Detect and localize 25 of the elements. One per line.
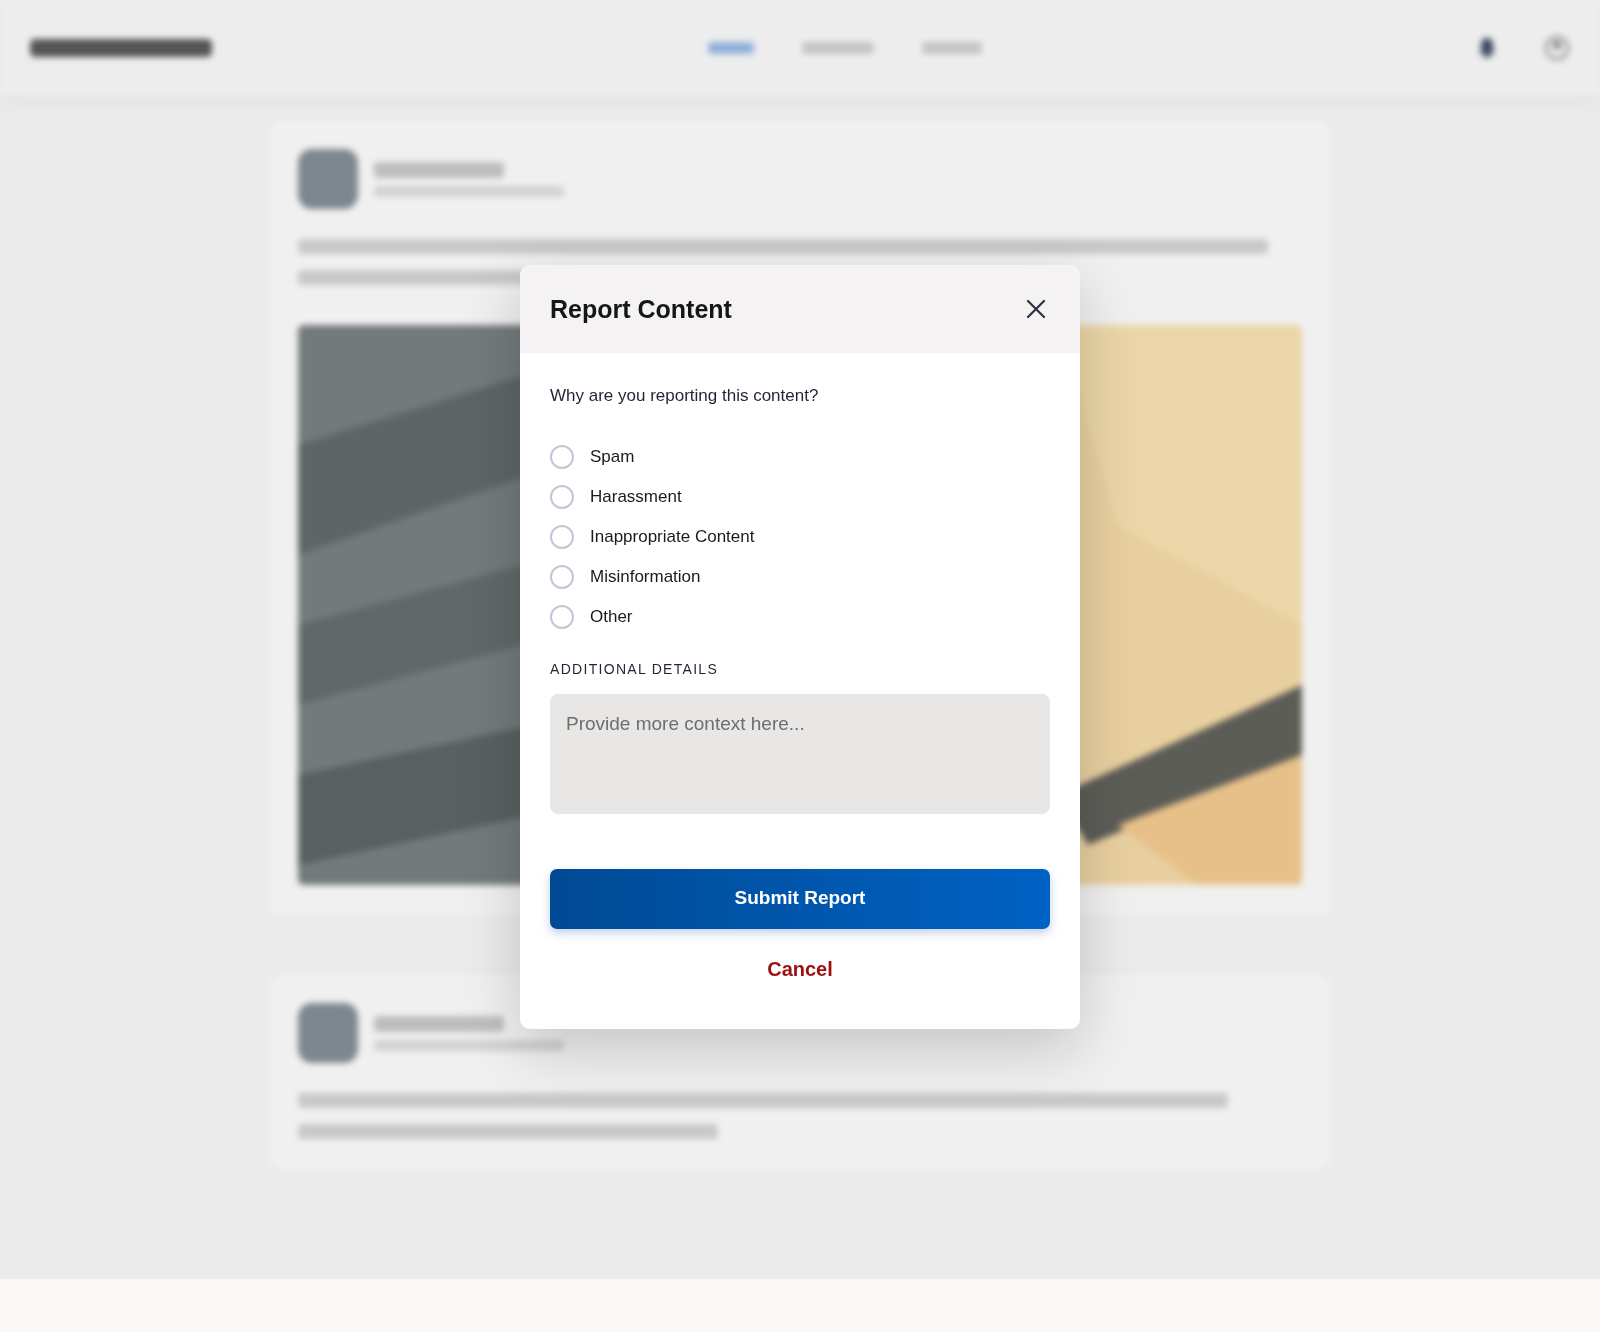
question-text: Why are you reporting this content? bbox=[550, 385, 820, 407]
bell-icon[interactable] bbox=[1478, 37, 1496, 59]
radio-button[interactable] bbox=[550, 604, 574, 629]
option-label[interactable]: Misinformation bbox=[590, 563, 701, 590]
nav-tab[interactable] bbox=[922, 42, 982, 54]
submit-button[interactable]: Submit Report bbox=[550, 868, 1050, 929]
close-icon bbox=[1026, 299, 1046, 319]
avatar-icon bbox=[298, 149, 358, 209]
blurred-brand[interactable] bbox=[30, 39, 212, 57]
dialog-title: Report Content bbox=[550, 294, 732, 324]
profile-icon[interactable] bbox=[1544, 35, 1570, 61]
radio-button[interactable] bbox=[550, 564, 574, 589]
radio-button[interactable] bbox=[550, 524, 574, 549]
details-field[interactable]: Provide more context here... bbox=[550, 693, 1050, 814]
field-label: ADDITIONAL DETAILS bbox=[550, 659, 720, 679]
option-label[interactable]: Spam bbox=[590, 443, 635, 470]
nav-tab[interactable] bbox=[708, 42, 754, 54]
nav-tab[interactable] bbox=[802, 42, 874, 54]
option-label[interactable]: Other bbox=[590, 603, 633, 630]
radio-button[interactable] bbox=[550, 484, 574, 509]
radio-button[interactable] bbox=[550, 444, 574, 469]
cancel-button[interactable]: Cancel bbox=[761, 952, 839, 985]
option-label[interactable]: Inappropriate Content bbox=[590, 523, 755, 550]
avatar-icon bbox=[298, 1003, 358, 1063]
option-label[interactable]: Harassment bbox=[590, 483, 682, 510]
